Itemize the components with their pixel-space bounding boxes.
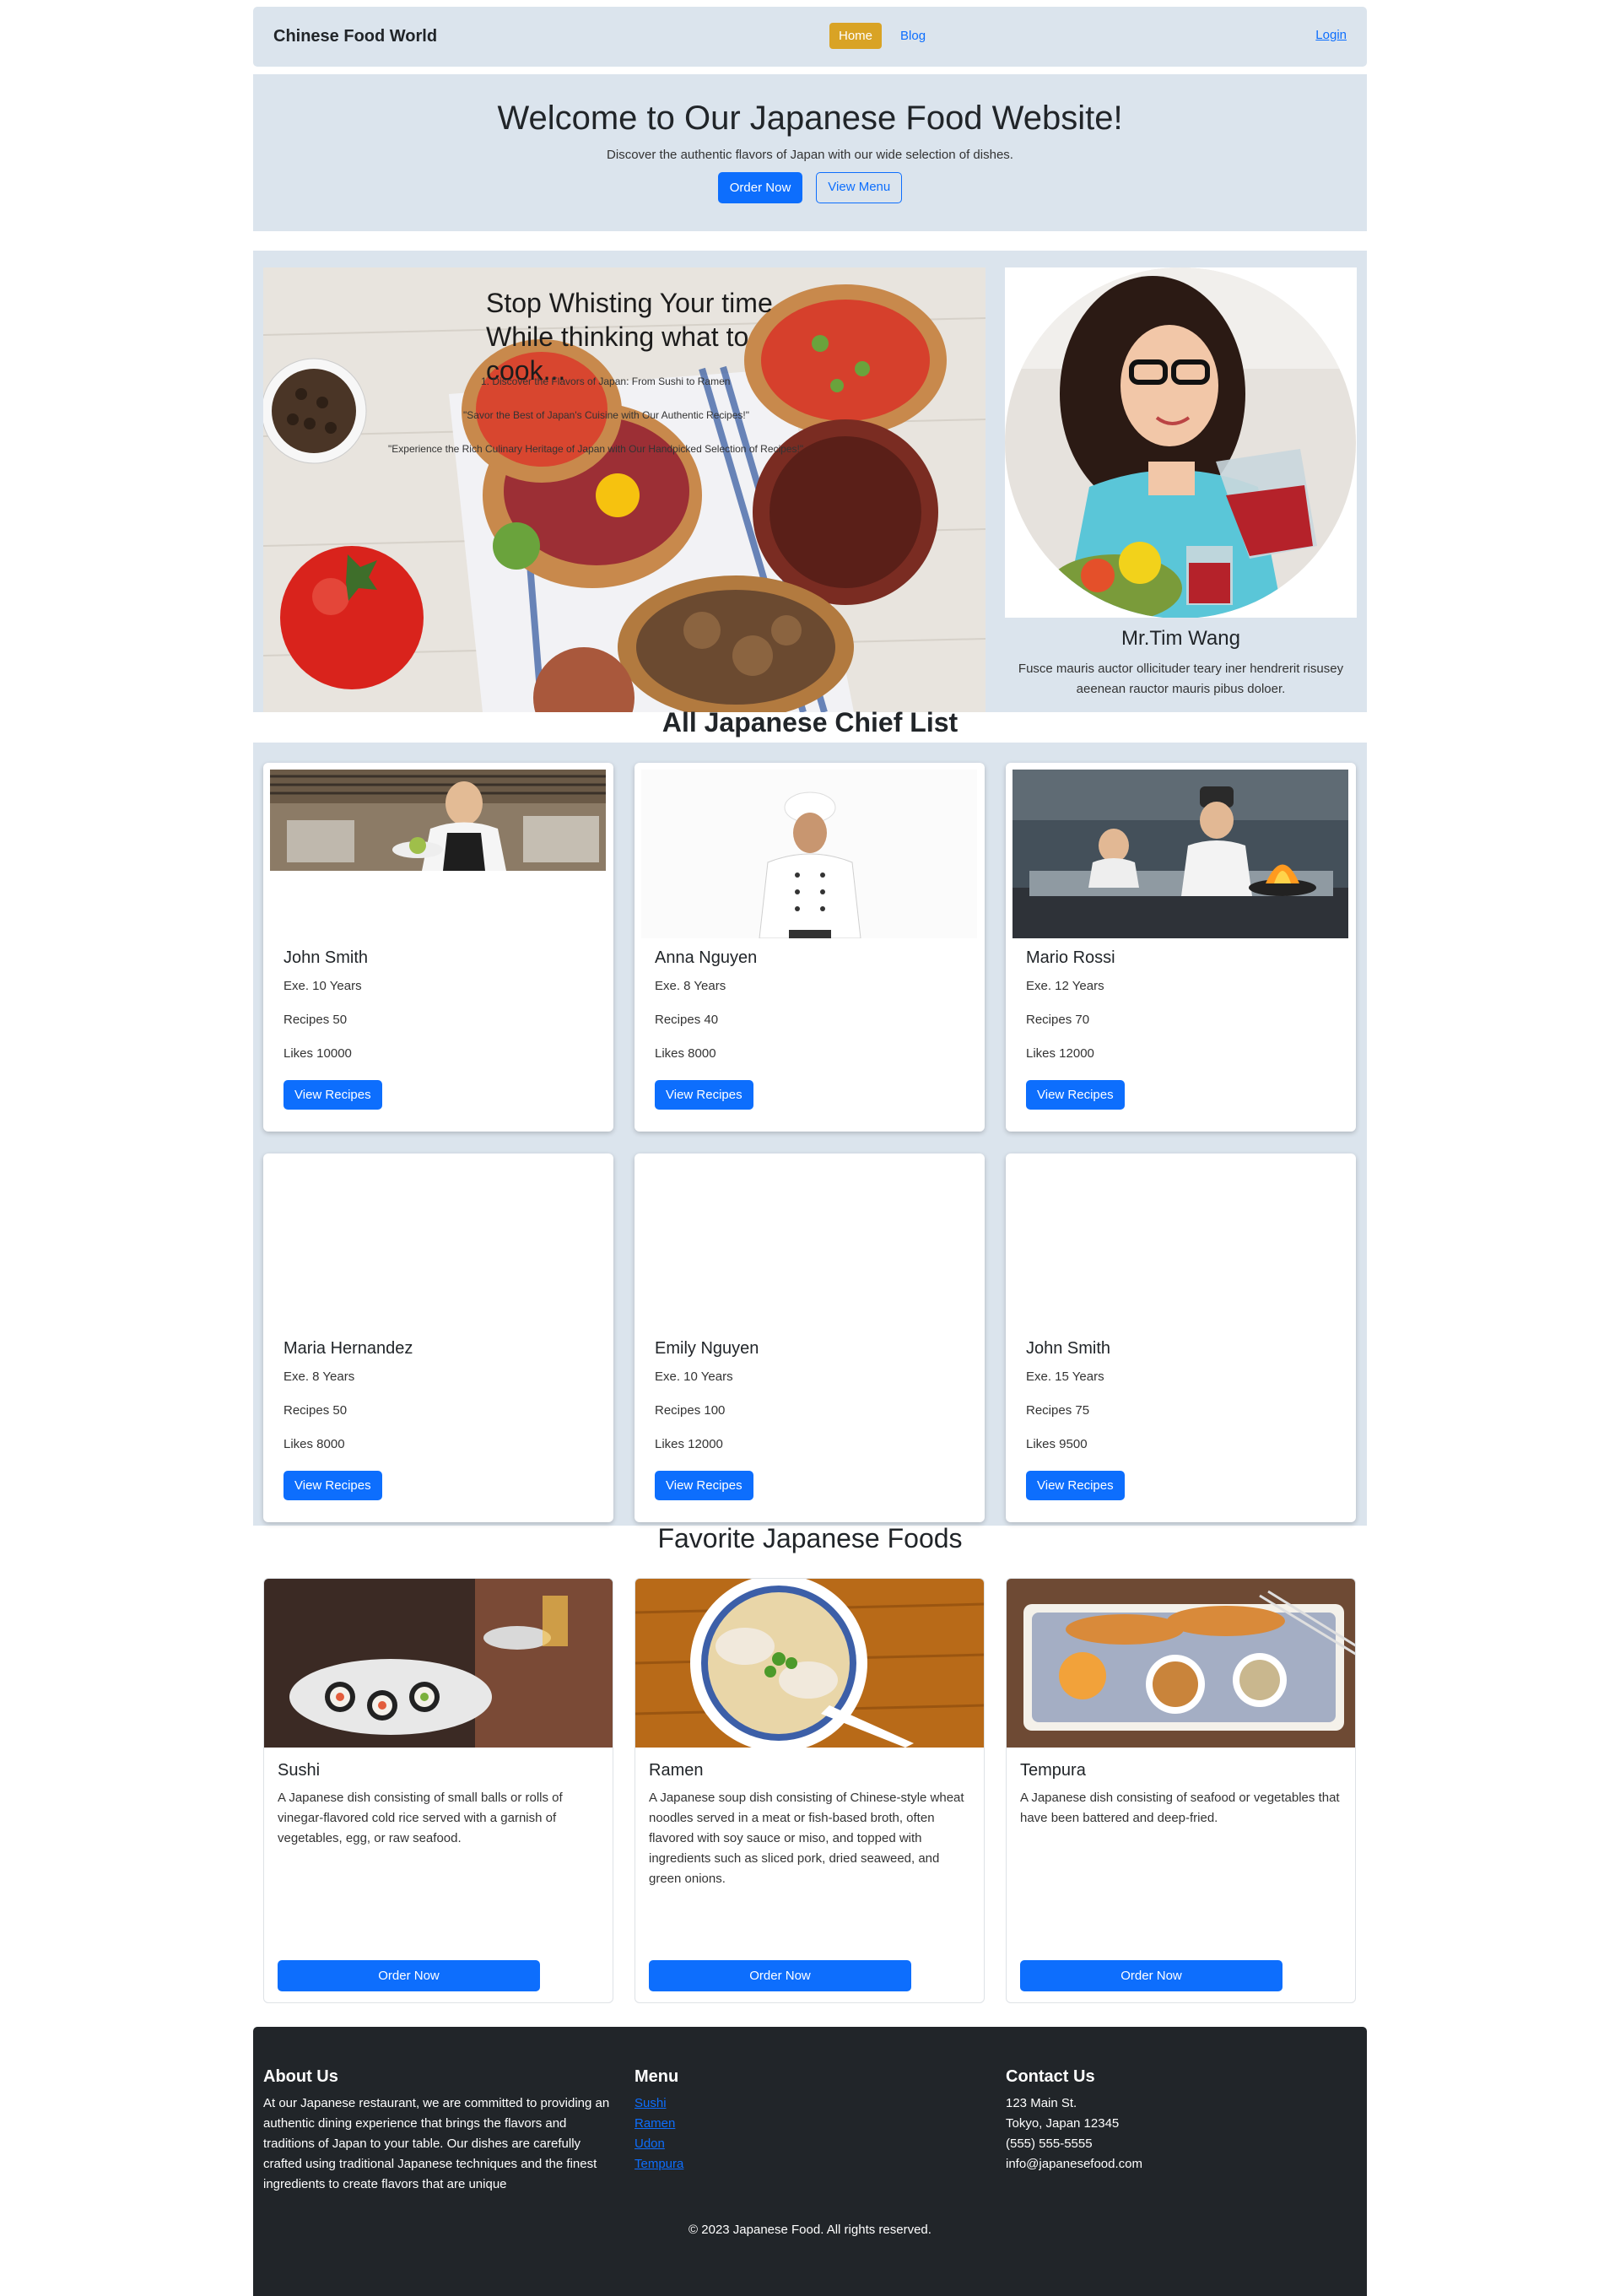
chief-experience: Exe. 8 Years — [284, 1369, 355, 1384]
chief-photo-placeholder — [641, 1160, 977, 1329]
food-card: Ramen A Japanese soup dish consisting of… — [634, 1578, 985, 2003]
hero-section: Welcome to Our Japanese Food Website! Di… — [253, 74, 1367, 231]
chief-section-title: All Japanese Chief List — [662, 707, 958, 737]
chief-likes: Likes 8000 — [655, 1046, 716, 1061]
nav-blog-link[interactable]: Blog — [890, 23, 936, 49]
chief-card: Anna Nguyen Exe. 8 Years Recipes 40 Like… — [634, 763, 985, 1132]
food-description: A Japanese dish consisting of small ball… — [278, 1791, 563, 1845]
chief-experience: Exe. 15 Years — [1026, 1369, 1104, 1384]
chief-name: Mario Rossi — [1026, 948, 1115, 967]
feature-line-1: 1. Discover the Flavors of Japan: From S… — [481, 375, 731, 387]
food-description: A Japanese dish consisting of seafood or… — [1020, 1791, 1340, 1825]
footer-contact-line: 123 Main St. — [1006, 2096, 1077, 2110]
nav-links: Home Blog — [829, 23, 936, 49]
order-now-button[interactable]: Order Now — [278, 1960, 540, 1991]
chief-photo — [1012, 770, 1348, 938]
chief-recipes: Recipes 100 — [655, 1403, 726, 1418]
footer-about: About Us At our Japanese restaurant, we … — [263, 2067, 618, 2195]
feature-title: Stop Whisting Your time While thinking w… — [486, 288, 773, 386]
chief-card: John Smith Exe. 15 Years Recipes 75 Like… — [1006, 1153, 1356, 1522]
chief-photo-placeholder — [1012, 1160, 1348, 1329]
person-name: Mr.Tim Wang — [1121, 627, 1240, 650]
food-card: Tempura A Japanese dish consisting of se… — [1006, 1578, 1356, 2003]
order-now-button[interactable]: Order Now — [717, 172, 803, 203]
chief-photo — [641, 770, 977, 938]
chief-card: Mario Rossi Exe. 12 Years Recipes 70 Lik… — [1006, 763, 1356, 1132]
chief-list-section: John Smith Exe. 10 Years Recipes 50 Like… — [253, 743, 1367, 1526]
chief-name: John Smith — [1026, 1339, 1111, 1358]
hero-title: Welcome to Our Japanese Food Website! — [497, 100, 1123, 137]
footer-menu-link[interactable]: Sushi — [634, 2093, 989, 2114]
chief-name: Anna Nguyen — [655, 948, 758, 967]
chief-experience: Exe. 10 Years — [655, 1369, 733, 1384]
chief-likes: Likes 12000 — [655, 1437, 723, 1451]
footer-contact: Contact Us 123 Main St. Tokyo, Japan 123… — [1006, 2067, 1360, 2174]
chief-name: Maria Hernandez — [284, 1339, 413, 1358]
chief-name: John Smith — [284, 948, 369, 967]
chief-likes: Likes 8000 — [284, 1437, 345, 1451]
chief-card: Maria Hernandez Exe. 8 Years Recipes 50 … — [263, 1153, 613, 1522]
footer-menu-link[interactable]: Udon — [634, 2134, 989, 2154]
person-description: Fusce mauris auctor ollicituder teary in… — [1018, 662, 1344, 696]
feature-line-2: "Savor the Best of Japan's Cuisine with … — [463, 409, 749, 421]
nav-home-link[interactable]: Home — [829, 23, 883, 49]
feature-line-3: "Experience the Rich Culinary Heritage o… — [388, 443, 804, 455]
favorites-title: Favorite Japanese Foods — [657, 1523, 963, 1553]
footer: About Us At our Japanese restaurant, we … — [253, 2027, 1367, 2296]
chief-likes: Likes 10000 — [284, 1046, 352, 1061]
footer-contact-line: Tokyo, Japan 12345 — [1006, 2116, 1120, 2131]
order-now-button[interactable]: Order Now — [1020, 1960, 1282, 1991]
chief-recipes: Recipes 40 — [655, 1013, 719, 1027]
ramen-photo — [635, 1579, 984, 1748]
chief-likes: Likes 12000 — [1026, 1046, 1094, 1061]
footer-about-title: About Us — [263, 2067, 338, 2086]
chief-name: Emily Nguyen — [655, 1339, 759, 1358]
sushi-photo — [264, 1579, 613, 1748]
footer-menu: Menu Sushi Ramen Udon Tempura — [634, 2067, 989, 2174]
chief-experience: Exe. 8 Years — [655, 979, 726, 993]
chief-card: Emily Nguyen Exe. 10 Years Recipes 100 L… — [634, 1153, 985, 1522]
feature-section: Stop Whisting Your time While thinking w… — [253, 251, 1367, 712]
copyright: © 2023 Japanese Food. All rights reserve… — [688, 2223, 932, 2237]
view-recipes-button[interactable]: View Recipes — [1026, 1080, 1125, 1110]
view-recipes-button[interactable]: View Recipes — [284, 1471, 382, 1500]
footer-contact-title: Contact Us — [1006, 2067, 1095, 2086]
chief-experience: Exe. 10 Years — [284, 979, 362, 993]
brand-logo[interactable]: Chinese Food World — [273, 27, 437, 46]
food-card: Sushi A Japanese dish consisting of smal… — [263, 1578, 613, 2003]
login-link[interactable]: Login — [1315, 28, 1347, 42]
chief-photo — [270, 770, 606, 871]
chief-card: John Smith Exe. 10 Years Recipes 50 Like… — [263, 763, 613, 1132]
footer-menu-title: Menu — [634, 2067, 679, 2086]
view-recipes-button[interactable]: View Recipes — [655, 1080, 753, 1110]
view-menu-button[interactable]: View Menu — [816, 172, 903, 203]
chief-experience: Exe. 12 Years — [1026, 979, 1104, 993]
view-recipes-button[interactable]: View Recipes — [1026, 1471, 1125, 1500]
footer-about-text: At our Japanese restaurant, we are commi… — [263, 2096, 610, 2191]
food-name: Ramen — [649, 1761, 704, 1780]
hero-subtitle: Discover the authentic flavors of Japan … — [607, 148, 1013, 162]
navbar: Chinese Food World Home Blog Login — [253, 7, 1367, 67]
chief-recipes: Recipes 70 — [1026, 1013, 1090, 1027]
chief-likes: Likes 9500 — [1026, 1437, 1088, 1451]
chief-recipes: Recipes 50 — [284, 1403, 348, 1418]
tempura-photo — [1007, 1579, 1355, 1748]
hero-buttons: Order Now View Menu — [253, 172, 1367, 203]
order-now-button[interactable]: Order Now — [649, 1960, 911, 1991]
chief-photo-placeholder — [270, 1160, 606, 1329]
view-recipes-button[interactable]: View Recipes — [284, 1080, 382, 1110]
person-photo — [1005, 267, 1357, 618]
food-name: Sushi — [278, 1761, 321, 1780]
food-description: A Japanese soup dish consisting of Chine… — [649, 1791, 964, 1886]
chief-recipes: Recipes 75 — [1026, 1403, 1090, 1418]
footer-menu-link[interactable]: Ramen — [634, 2114, 989, 2134]
footer-menu-link[interactable]: Tempura — [634, 2154, 989, 2174]
food-name: Tempura — [1020, 1761, 1086, 1780]
view-recipes-button[interactable]: View Recipes — [655, 1471, 753, 1500]
chief-recipes: Recipes 50 — [284, 1013, 348, 1027]
footer-contact-line: info@japanesefood.com — [1006, 2157, 1142, 2171]
footer-contact-line: (555) 555-5555 — [1006, 2137, 1093, 2151]
food-banner-image: Stop Whisting Your time While thinking w… — [263, 267, 986, 712]
